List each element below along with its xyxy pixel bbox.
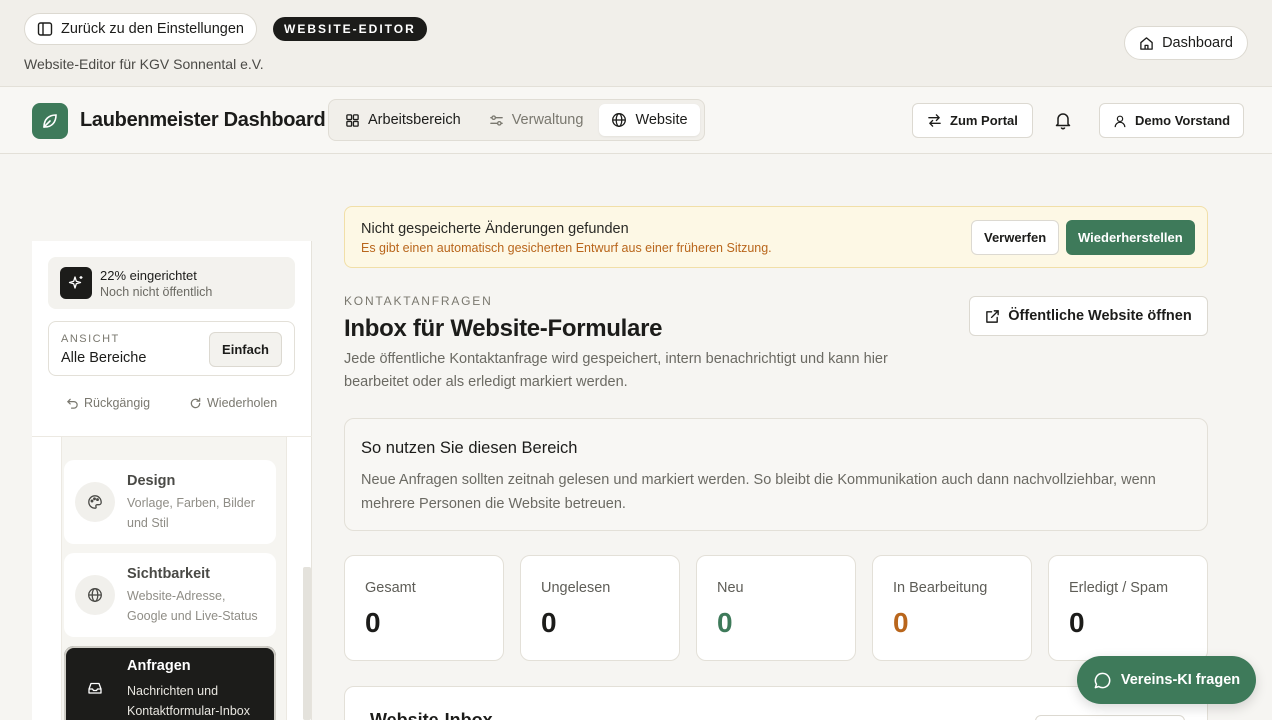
view-label: ANSICHT (61, 333, 120, 345)
undo-icon (66, 397, 79, 410)
sidebar-item-design[interactable]: Design Vorlage, Farben, Bilder und Stil (64, 460, 276, 544)
leaf-logo-icon[interactable] (32, 103, 68, 139)
usage-info-card: So nutzen Sie diesen Bereich Neue Anfrag… (344, 418, 1208, 531)
unsaved-changes-alert: Nicht gespeicherte Änderungen gefunden E… (344, 206, 1208, 268)
view-value: Alle Bereiche (61, 350, 147, 366)
palette-icon (75, 482, 115, 522)
undo-button[interactable]: Rückgängig (66, 396, 150, 410)
stat-value: 0 (1069, 607, 1085, 638)
back-to-settings-label: Zurück zu den Einstellungen (61, 21, 244, 37)
redo-button[interactable]: Wiederholen (189, 396, 277, 410)
app-header: Laubenmeister Dashboard Arbeitsbereich V… (0, 87, 1272, 154)
website-inbox-card: Website-Inbox (344, 686, 1208, 720)
app-title: Laubenmeister Dashboard (80, 109, 326, 131)
sidebar-item-sichtbarkeit[interactable]: Sichtbarkeit Website-Adresse, Google und… (64, 553, 276, 637)
back-to-settings-button[interactable]: Zurück zu den Einstellungen (24, 13, 257, 45)
swap-arrows-icon (927, 113, 942, 128)
alert-message: Es gibt einen automatisch gesicherten En… (361, 241, 772, 255)
tab-arbeitsbereich[interactable]: Arbeitsbereich (333, 104, 473, 136)
view-selector[interactable]: ANSICHT Alle Bereiche Einfach (48, 321, 295, 376)
redo-label: Wiederholen (207, 396, 278, 410)
info-title: So nutzen Sie diesen Bereich (361, 439, 578, 457)
ask-ai-button[interactable]: Vereins-KI fragen (1077, 656, 1256, 704)
inbox-action-button[interactable] (1035, 715, 1185, 720)
section-eyebrow: KONTAKTANFRAGEN (344, 294, 493, 308)
editor-sidebar: 22% eingerichtet Noch nicht öffentlich A… (32, 241, 312, 720)
stat-label: Neu (717, 580, 744, 596)
sidebar-panel-icon (37, 21, 53, 37)
tab-verwaltung[interactable]: Verwaltung (477, 104, 596, 136)
sliders-icon (489, 113, 504, 128)
user-icon (1113, 114, 1127, 128)
undo-label: Rückgängig (84, 396, 151, 410)
stat-value: 0 (541, 607, 557, 638)
ask-ai-label: Vereins-KI fragen (1120, 672, 1241, 688)
tab-label: Website (635, 112, 688, 128)
tab-label: Arbeitsbereich (368, 112, 461, 128)
dashboard-button[interactable]: Dashboard (1124, 26, 1248, 60)
restore-button[interactable]: Wiederherstellen (1066, 220, 1195, 255)
to-portal-button[interactable]: Zum Portal (912, 103, 1033, 138)
stat-card-erledigt-spam: Erledigt / Spam 0 (1048, 555, 1208, 661)
stat-value: 0 (365, 607, 381, 638)
website-editor-badge: WEBSITE-EDITOR (273, 17, 427, 41)
stat-card-gesamt: Gesamt 0 (344, 555, 504, 661)
stat-label: Ungelesen (541, 580, 611, 596)
stat-value: 0 (717, 607, 733, 638)
dashboard-label: Dashboard (1162, 35, 1233, 51)
chat-bubble-icon (1093, 671, 1112, 690)
discard-button[interactable]: Verwerfen (971, 220, 1060, 255)
grid-icon (345, 113, 360, 128)
inbox-title: Website-Inbox (370, 710, 493, 720)
alert-title: Nicht gespeicherte Änderungen gefunden (361, 221, 629, 237)
globe-icon (75, 575, 115, 615)
sidebar-item-description: Vorlage, Farben, Bilder und Stil (127, 496, 255, 530)
editor-subtitle: Website-Editor für KGV Sonnental e.V. (24, 56, 264, 72)
stat-label: In Bearbeitung (893, 580, 988, 596)
stat-value: 0 (893, 607, 909, 638)
stat-card-in-bearbeitung: In Bearbeitung 0 (872, 555, 1032, 661)
to-portal-label: Zum Portal (950, 113, 1018, 128)
sidebar-item-title: Anfragen (127, 658, 191, 674)
stat-card-neu: Neu 0 (696, 555, 856, 661)
stat-label: Gesamt (365, 580, 416, 596)
stat-card-ungelesen: Ungelesen 0 (520, 555, 680, 661)
info-text: Neue Anfragen sollten zeitnah gelesen un… (361, 472, 1156, 512)
tab-label: Verwaltung (511, 112, 584, 128)
setup-progress-card: 22% eingerichtet Noch nicht öffentlich (48, 257, 295, 309)
page-description: Jede öffentliche Kontaktanfrage wird ges… (344, 351, 888, 390)
external-link-icon (985, 309, 1000, 324)
editor-bar: Zurück zu den Einstellungen WEBSITE-EDIT… (0, 0, 1272, 87)
sidebar-item-title: Design (127, 473, 176, 489)
open-public-website-button[interactable]: Öffentliche Website öffnen (969, 296, 1208, 336)
sidebar-item-description: Website-Adresse, Google und Live-Status (127, 589, 258, 623)
home-icon (1139, 36, 1154, 51)
section-nav-list: Design Vorlage, Farben, Bilder und Stil … (61, 437, 287, 720)
sidebar-item-title: Sichtbarkeit (127, 566, 210, 582)
redo-icon (189, 397, 202, 410)
user-name: Demo Vorstand (1135, 113, 1231, 128)
sidebar-item-description: Nachrichten und Kontaktformular-Inbox (127, 684, 250, 718)
setup-progress-subtitle: Noch nicht öffentlich (100, 285, 213, 299)
simple-mode-button[interactable]: Einfach (209, 332, 282, 367)
page-title: Inbox für Website-Formulare (344, 315, 663, 342)
main-navigation-tabs: Arbeitsbereich Verwaltung Website (328, 99, 705, 141)
sparkles-icon (60, 267, 92, 299)
setup-progress-title: 22% eingerichtet (100, 268, 197, 283)
sidebar-item-anfragen[interactable]: Anfragen Nachrichten und Kontaktformular… (64, 646, 276, 720)
open-public-website-label: Öffentliche Website öffnen (1008, 308, 1192, 324)
globe-icon (611, 112, 627, 128)
bell-icon[interactable] (1054, 111, 1072, 130)
sidebar-scrollbar-thumb[interactable] (303, 567, 311, 720)
tab-website[interactable]: Website (599, 104, 700, 136)
inbox-icon (75, 668, 115, 708)
stat-label: Erledigt / Spam (1069, 580, 1169, 596)
user-menu-button[interactable]: Demo Vorstand (1099, 103, 1245, 138)
